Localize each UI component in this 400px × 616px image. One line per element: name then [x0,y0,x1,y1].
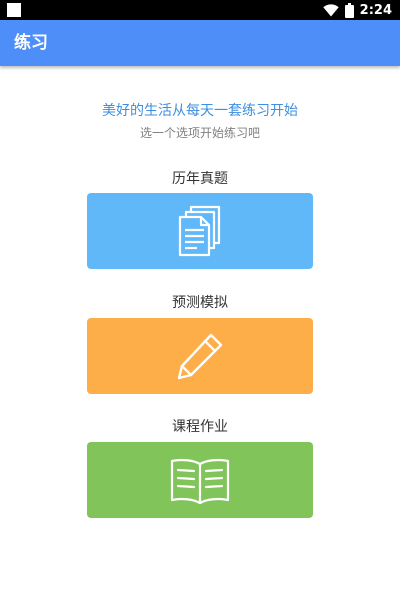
option-label-coursework: 课程作业 [172,419,228,435]
page-title: 练习 [14,33,48,53]
open-book-icon [170,458,230,504]
status-bar: 2:24 [0,0,400,20]
notification-square-icon [7,3,21,17]
past-papers-button[interactable] [87,193,313,269]
hint-text: 选一个选项开始练习吧 [139,126,260,140]
pencil-icon [177,333,223,380]
app-bar: 练习 [0,20,400,66]
option-label-mock-exam: 预测模拟 [172,295,228,311]
slogan-text: 美好的生活从每天一套练习开始 [102,103,298,119]
wifi-icon [322,3,339,17]
status-indicators: 2:24 [322,0,392,20]
option-label-past-papers: 历年真题 [172,171,228,187]
battery-icon [344,2,354,18]
documents-icon [178,205,221,257]
mock-exam-button[interactable] [87,318,313,394]
coursework-button[interactable] [87,442,313,518]
status-time: 2:24 [359,2,392,18]
